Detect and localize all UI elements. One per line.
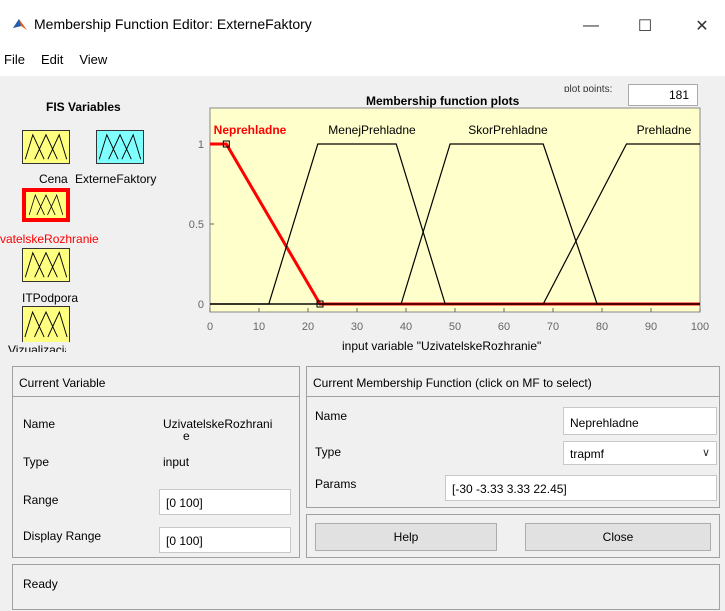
mf-name-label: Name (315, 409, 348, 423)
current-variable-panel: Current Variable Name UzivatelskeRozhran… (12, 366, 300, 558)
current-mf-panel: Current Membership Function (click on MF… (306, 366, 720, 508)
display-range-input[interactable]: [0 100] (159, 527, 291, 553)
x-tick-label: 50 (449, 321, 461, 333)
matlab-icon (13, 19, 27, 30)
plot-area (209, 107, 701, 313)
x-tick-label: 70 (547, 321, 559, 333)
plot-xlabel: input variable "UzivatelskeRozhranie" (342, 339, 542, 353)
help-button[interactable]: Help (315, 523, 497, 551)
display-range-label: Display Range (23, 529, 102, 543)
x-tick-label: 0 (207, 321, 213, 333)
mf-label-neprehladne: Neprehladne (214, 123, 287, 137)
x-tick-label: 30 (351, 321, 363, 333)
mf-type-label: Type (315, 445, 342, 459)
mf-label-skorprehladne: SkorPrehladne (468, 123, 548, 137)
current-variable-header: Current Variable (13, 367, 299, 397)
menu-view[interactable]: View (71, 50, 115, 72)
x-tick-label: 40 (400, 321, 412, 333)
mf-type-value: trapmf (570, 447, 605, 461)
mf-name-input[interactable]: Neprehladne (563, 407, 717, 435)
x-tick-label: 60 (498, 321, 510, 333)
close-window-button[interactable]: ✕ (679, 10, 725, 42)
mf-label-menejprehladne: MenejPrehladne (328, 123, 416, 137)
current-mf-header: Current Membership Function (click on MF… (307, 367, 719, 397)
range-label: Range (23, 493, 59, 507)
x-tick-label: 80 (596, 321, 608, 333)
mf-label-prehladne: Prehladne (637, 123, 692, 137)
status-text: Ready (23, 577, 58, 591)
x-tick-label: 100 (691, 321, 709, 333)
maximize-button[interactable]: ☐ (622, 10, 668, 42)
variable-name-line2: e (183, 429, 190, 443)
y-tick-label: 1 (198, 139, 204, 151)
range-input[interactable]: [0 100] (159, 489, 291, 515)
name-label: Name (23, 417, 56, 431)
variable-type-value: input (163, 455, 190, 469)
chevron-down-icon: ∨ (701, 447, 710, 459)
x-tick-label: 20 (302, 321, 314, 333)
mf-params-input[interactable]: [-30 -3.33 3.33 22.45] (445, 475, 717, 501)
y-tick-label: 0 (198, 299, 204, 311)
close-icon: ✕ (695, 18, 709, 35)
mf-params-label: Params (315, 477, 357, 491)
maximize-icon: ☐ (637, 18, 653, 35)
variable-name-line1: UzivatelskeRozhrani (163, 417, 273, 431)
type-label: Type (23, 455, 50, 469)
buttons-panel: Help Close (306, 514, 720, 558)
status-panel: Ready (12, 564, 720, 610)
y-tick-label: 0.5 (189, 219, 204, 231)
menu-bar: File Edit View (0, 50, 115, 72)
menu-edit[interactable]: Edit (33, 50, 71, 72)
x-tick-label: 90 (645, 321, 657, 333)
mf-type-select[interactable]: trapmf ∨ (563, 441, 717, 465)
membership-function-plot[interactable]: 0 10 20 30 40 50 60 70 80 90 100 0 0.5 1 Neprehladne Me… (0, 76, 725, 356)
title-bar: Membership Function Editor: ExterneFakto… (0, 0, 725, 48)
x-tick-label: 10 (253, 321, 265, 333)
close-button[interactable]: Close (525, 523, 711, 551)
window-title: Membership Function Editor: ExterneFakto… (34, 16, 312, 32)
minimize-icon: — (583, 17, 599, 34)
minimize-button[interactable]: — (568, 10, 614, 42)
menu-file[interactable]: File (0, 50, 33, 72)
